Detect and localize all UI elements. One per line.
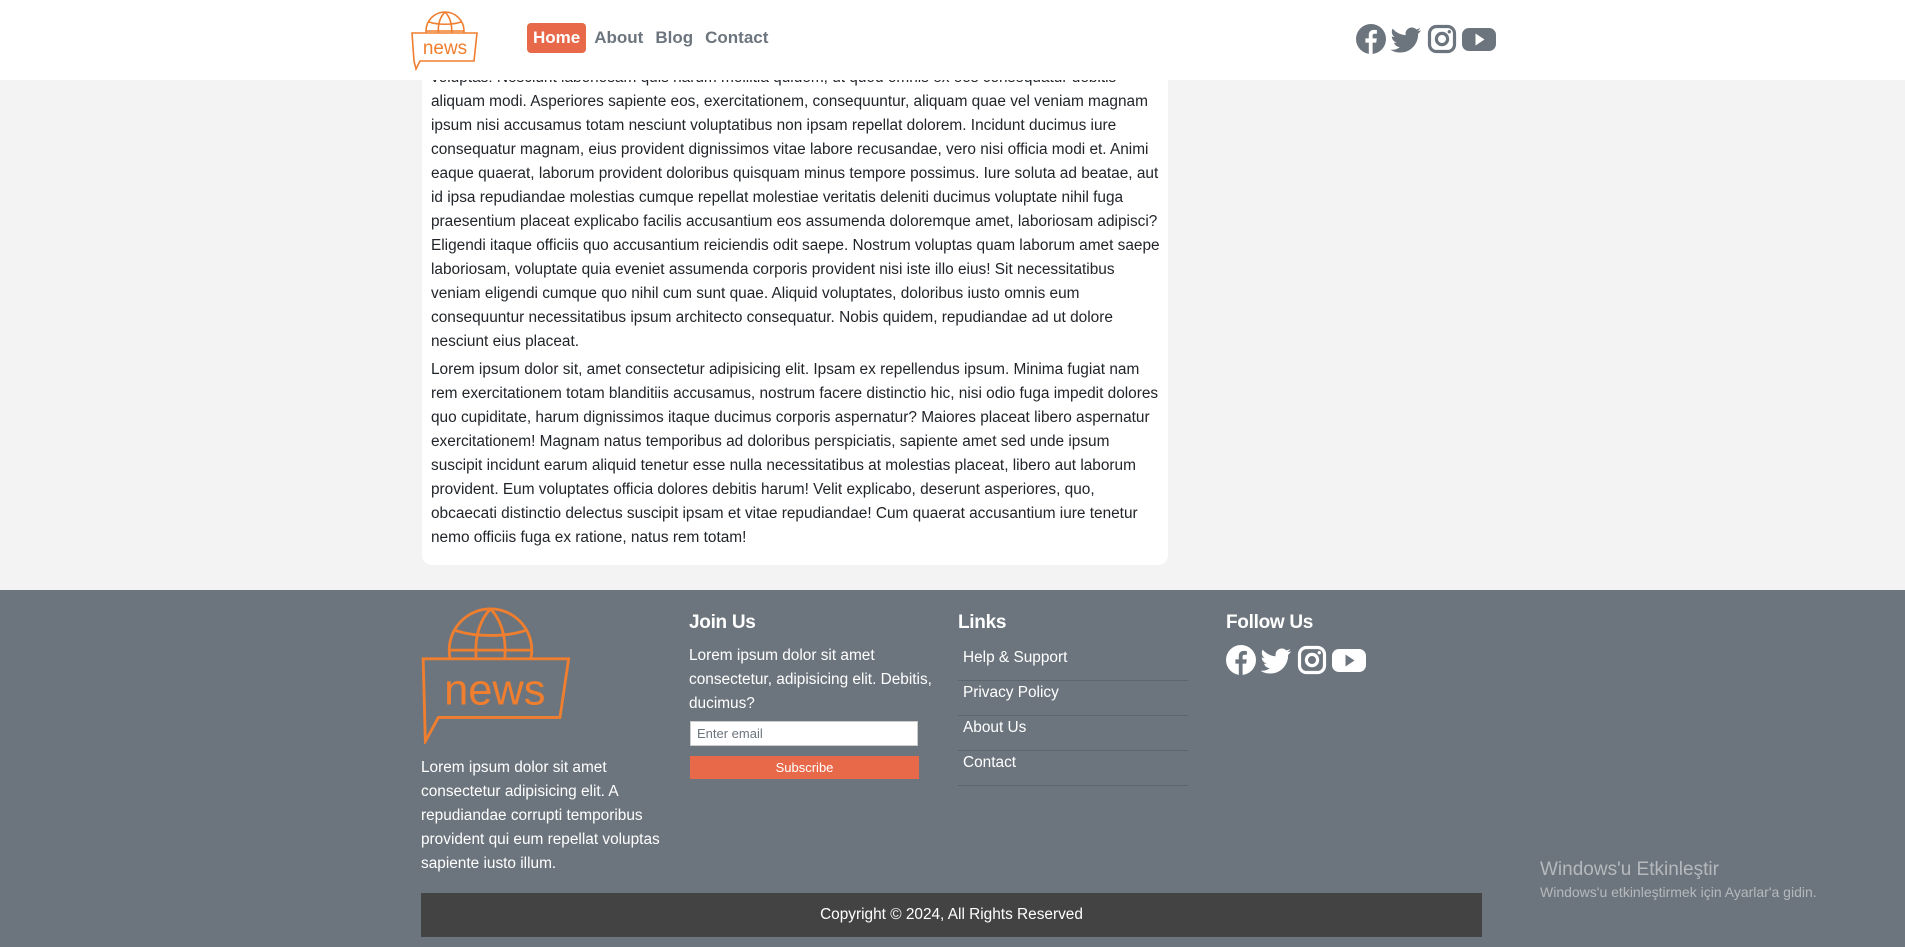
subscribe-button[interactable]: Subscribe (690, 756, 919, 779)
watermark-subtitle: Windows'u etkinleştirmek için Ayarlar'a … (1540, 884, 1817, 900)
join-us-text: Lorem ipsum dolor sit amet consectetur, … (689, 647, 932, 712)
footer-logo-text: news (444, 666, 545, 714)
facebook-icon[interactable] (1355, 23, 1387, 55)
youtube-icon[interactable] (1461, 23, 1497, 55)
nav-contact[interactable]: Contact (701, 23, 772, 53)
twitter-icon[interactable] (1260, 644, 1293, 676)
email-input[interactable] (690, 721, 918, 746)
footer-link-help-support[interactable]: Help & Support (958, 646, 1188, 681)
footer-social-icons (1225, 644, 1367, 676)
nav-home[interactable]: Home (527, 23, 587, 53)
facebook-icon[interactable] (1225, 644, 1257, 676)
windows-activation-watermark: Windows'u Etkinleştir Windows'u etkinleş… (1540, 858, 1817, 902)
footer-news-logo[interactable]: news (421, 604, 573, 744)
navbar: news Home About Blog Contact (0, 0, 1905, 80)
nav-links: Home About Blog Contact (527, 23, 772, 53)
watermark-title: Windows'u Etkinleştir (1540, 859, 1719, 880)
footer-link-about-us[interactable]: About Us (958, 716, 1188, 751)
youtube-icon[interactable] (1331, 644, 1367, 676)
article-paragraph: voluptas! Nesciunt laboriosam quis harum… (431, 69, 1160, 350)
twitter-icon[interactable] (1390, 23, 1423, 55)
footer-about-text: Lorem ipsum dolor sit amet consectetur a… (421, 759, 660, 872)
instagram-icon[interactable] (1296, 644, 1328, 676)
logo-text: news (423, 38, 467, 59)
nav-blog[interactable]: Blog (651, 23, 697, 53)
article-card: voluptas! Nesciunt laboriosam quis harum… (422, 40, 1168, 565)
nav-about[interactable]: About (590, 23, 647, 53)
join-us-title: Join Us (689, 612, 756, 633)
header-social-icons (1355, 23, 1497, 55)
article-paragraph: Lorem ipsum dolor sit, amet consectetur … (431, 361, 1159, 546)
news-logo[interactable]: news (410, 9, 480, 71)
footer-links-list: Help & Support Privacy Policy About Us C… (958, 646, 1188, 786)
copyright-bar: Copyright © 2024, All Rights Reserved (421, 893, 1482, 937)
footer-link-contact[interactable]: Contact (958, 751, 1188, 786)
follow-us-title: Follow Us (1226, 612, 1314, 633)
instagram-icon[interactable] (1426, 23, 1458, 55)
links-title: Links (958, 612, 1007, 633)
footer-link-privacy-policy[interactable]: Privacy Policy (958, 681, 1188, 716)
